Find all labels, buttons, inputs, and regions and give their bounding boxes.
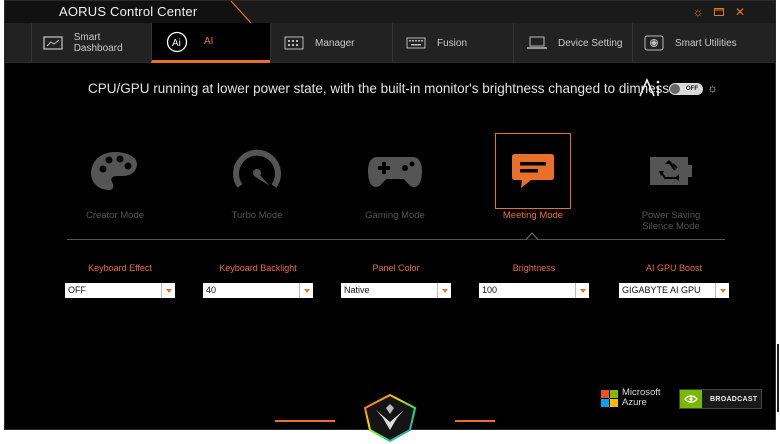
setting-keyboard-backlight: Keyboard Backlight 40 xyxy=(203,263,313,298)
setting-panel-color: Panel Color Native xyxy=(341,263,451,298)
title-bar: AORUS Control Center ☼ ✕ xyxy=(5,1,775,23)
restore-icon[interactable] xyxy=(712,5,726,19)
setting-brightness: Brightness 100 xyxy=(479,263,589,298)
setting-ai-gpu-boost: AI GPU Boost GIGABYTE AI GPU xyxy=(619,263,729,298)
tab-smart-dashboard[interactable]: Smart Dashboard xyxy=(31,23,151,63)
mode-description: CPU/GPU running at lower power state, wi… xyxy=(88,81,673,96)
microsoft-azure-badge: Microsoft Azure xyxy=(601,388,666,408)
tab-label: AI xyxy=(204,36,214,47)
speedometer-icon xyxy=(233,149,281,188)
chevron-down-icon[interactable] xyxy=(299,283,313,298)
mode-gaming[interactable]: Gaming Mode xyxy=(355,133,435,221)
mode-creator[interactable]: Creator Mode xyxy=(75,133,155,221)
bottom-accent-left xyxy=(275,420,335,422)
bottom-accent-right xyxy=(455,420,495,422)
tab-ai[interactable]: Ai AI xyxy=(151,23,270,63)
close-icon[interactable]: ✕ xyxy=(733,5,747,19)
microsoft-logo-icon xyxy=(601,389,618,407)
ai-icon: Ai xyxy=(166,31,188,52)
keyboard-icon xyxy=(405,34,427,52)
setting-label: Panel Color xyxy=(372,263,420,273)
nvidia-broadcast-badge: BROADCAST xyxy=(679,389,762,409)
tab-label: Manager xyxy=(315,37,355,49)
keyboard-backlight-select[interactable]: 40 xyxy=(203,283,313,298)
setting-label: Keyboard Effect xyxy=(88,263,152,273)
mode-meeting[interactable]: Meeting Mode xyxy=(493,133,573,221)
palette-icon xyxy=(91,152,137,190)
nvidia-logo-icon xyxy=(680,390,702,408)
ai-gpu-boost-select[interactable]: GIGABYTE AI GPU xyxy=(619,283,729,298)
setting-label: Brightness xyxy=(512,263,556,273)
setting-label: AI GPU Boost xyxy=(645,263,703,273)
mode-label: Meeting Mode xyxy=(502,210,564,221)
mode-power-saving[interactable]: Power Saving Silence Mode xyxy=(631,133,711,232)
main-tab-strip: Smart Dashboard Ai AI Manager Fusion Dev… xyxy=(5,23,775,63)
monitor-icon xyxy=(42,34,64,52)
mode-divider xyxy=(67,239,725,240)
keyboard-grid-icon xyxy=(283,34,305,52)
brightness-select[interactable]: 100 xyxy=(479,283,589,298)
mode-turbo[interactable]: Turbo Mode xyxy=(217,133,297,221)
app-window: AORUS Control Center ☼ ✕ Smart Dashboard… xyxy=(4,0,776,430)
tab-label: Device Setting xyxy=(558,37,623,49)
select-value: Native xyxy=(344,285,370,295)
chevron-down-icon[interactable] xyxy=(715,283,729,298)
settings-sun-icon[interactable]: ☼ xyxy=(691,5,705,19)
select-value: GIGABYTE AI GPU xyxy=(622,285,701,295)
setting-keyboard-effect: Keyboard Effect OFF xyxy=(65,263,175,298)
tab-fusion[interactable]: Fusion xyxy=(392,23,513,63)
microsoft-azure-label: Microsoft Azure xyxy=(622,387,661,408)
tab-label: Smart Utilities xyxy=(675,37,737,49)
mode-label: Turbo Mode xyxy=(231,210,283,221)
mode-label: Gaming Mode xyxy=(365,210,425,221)
svg-text:Ai: Ai xyxy=(172,38,181,49)
window-edge-bar xyxy=(777,344,779,412)
chevron-down-icon[interactable] xyxy=(161,283,175,298)
keyboard-effect-select[interactable]: OFF xyxy=(65,283,175,298)
panel-color-select[interactable]: Native xyxy=(341,283,451,298)
battery-recycle-icon xyxy=(650,157,692,185)
tab-label: Smart Dashboard xyxy=(73,32,123,54)
brightness-sun-icon[interactable]: ☼ xyxy=(707,81,718,95)
select-value: 100 xyxy=(482,285,498,295)
active-mode-indicator xyxy=(526,232,538,240)
chevron-down-icon[interactable] xyxy=(437,283,451,298)
tab-smart-utilities[interactable]: Smart Utilities xyxy=(632,23,775,63)
tab-label: Fusion xyxy=(437,37,468,49)
mode-label: Power Saving Silence Mode xyxy=(641,210,701,232)
chevron-down-icon[interactable] xyxy=(575,283,589,298)
gamepad-icon xyxy=(368,157,422,187)
utilities-icon xyxy=(643,34,665,52)
setting-label: Keyboard Backlight xyxy=(219,263,297,273)
nvidia-broadcast-label: BROADCAST xyxy=(710,395,758,403)
tab-device-setting[interactable]: Device Setting xyxy=(513,23,632,63)
select-value: 40 xyxy=(206,285,217,295)
select-value: OFF xyxy=(68,285,86,295)
title-edge-accent xyxy=(230,1,252,23)
chat-icon xyxy=(512,154,554,188)
mode-label: Creator Mode xyxy=(85,210,145,221)
tab-manager[interactable]: Manager xyxy=(270,23,392,63)
ai-logo-icon xyxy=(639,78,660,97)
app-title: AORUS Control Center xyxy=(59,4,198,19)
laptop-icon xyxy=(526,34,548,52)
ai-toggle[interactable]: OFF xyxy=(669,83,703,95)
aorus-logo-icon xyxy=(364,394,416,442)
